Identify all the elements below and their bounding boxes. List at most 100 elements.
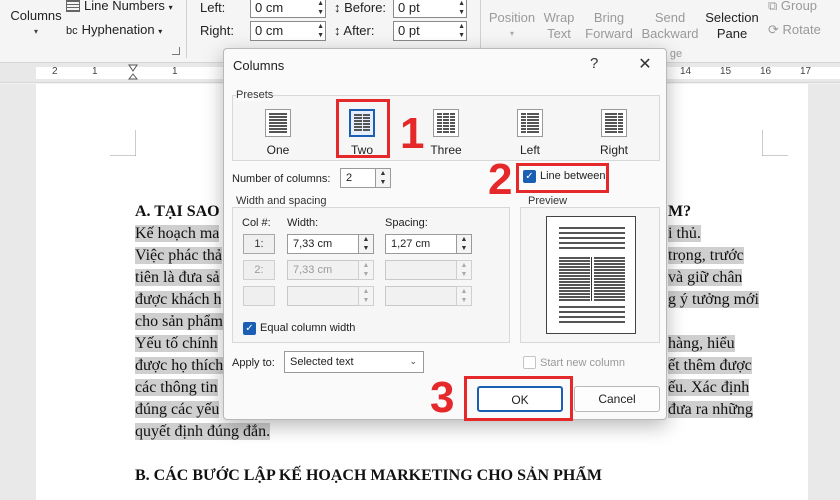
- doc-line: tiên là đưa sả: [135, 267, 220, 289]
- arrange-group-label: ge: [669, 48, 683, 60]
- spacing-header: Spacing:: [385, 217, 428, 229]
- ruler-number: 14: [680, 66, 692, 77]
- spacing-after-label: ↕ After:: [334, 23, 374, 38]
- doc-line-text: được khách h: [135, 291, 222, 308]
- send-backward-label: Send Backward: [641, 10, 699, 41]
- columns-button[interactable]: Columns ▾: [6, 8, 66, 36]
- doc-line-text: đúng các yếu: [135, 401, 220, 418]
- page-setup-launcher-icon[interactable]: [172, 47, 180, 55]
- doc-line: quyết định đúng đắn.: [135, 421, 271, 443]
- rotate-button[interactable]: ⟳ Rotate: [768, 22, 832, 38]
- indent-right-label: Right:: [200, 23, 234, 38]
- indent-left-value: 0 cm: [255, 0, 284, 15]
- chevron-down-icon: ▾: [168, 3, 173, 12]
- chevron-down-icon: ▾: [509, 29, 514, 38]
- columns-label: Columns: [10, 8, 62, 23]
- close-icon[interactable]: ✕: [634, 54, 656, 76]
- doc-fragment-text: g ý tưởng mới: [668, 291, 759, 308]
- ruler-number: 16: [760, 66, 772, 77]
- col2-width-field: 7,33 cm: [287, 260, 359, 280]
- wrap-text-label: Wrap Text: [543, 10, 575, 41]
- num-columns-spinner[interactable]: ▲ ▼: [375, 168, 391, 188]
- group-label: Group: [780, 0, 818, 13]
- doc-line-text: Kế hoạch ma: [135, 225, 220, 242]
- chevron-down-icon: ⌄: [409, 356, 417, 366]
- spacing-after-icon: ↕: [334, 23, 344, 38]
- selection-pane-button[interactable]: Selection Pane: [704, 10, 760, 42]
- preset-three[interactable]: Three: [419, 109, 473, 157]
- rotate-icon: ⟳: [768, 22, 783, 37]
- col-number-1: 1:: [243, 234, 275, 254]
- preset-left[interactable]: Left: [503, 109, 557, 157]
- indent-marker-icon[interactable]: [128, 64, 138, 81]
- doc-fragment-text: ết thêm được: [668, 357, 752, 374]
- col-number-header: Col #:: [242, 217, 271, 229]
- indent-left-label: Left:: [200, 0, 226, 15]
- preset-right-icon: [601, 109, 627, 137]
- group-icon: ⧉: [768, 0, 781, 13]
- col1-width-spinner[interactable]: ▲ ▼: [358, 234, 374, 254]
- preview-line: [559, 227, 625, 229]
- doc-line: Việc phác thả: [135, 245, 222, 267]
- send-backward-button[interactable]: Send Backward: [638, 10, 702, 42]
- doc-line-text: Việc phác thả: [135, 247, 222, 264]
- group-button[interactable]: ⧉ Group: [768, 0, 828, 14]
- spacing-before-icon: ↕: [334, 0, 345, 15]
- position-button[interactable]: Position ▾: [488, 10, 536, 42]
- preview-line: [559, 311, 625, 313]
- equal-width-label[interactable]: Equal column width: [260, 322, 355, 334]
- preset-one-label: One: [266, 143, 290, 157]
- doc-fragment-text: i thủ.: [668, 225, 701, 242]
- spinner-icon[interactable]: ▲ ▼: [458, 0, 465, 17]
- cancel-button[interactable]: Cancel: [574, 386, 660, 412]
- num-columns-field[interactable]: 2: [340, 168, 376, 188]
- wrap-text-button[interactable]: Wrap Text: [540, 10, 578, 42]
- col-number-2: 2:: [243, 260, 275, 280]
- ruler-number: 15: [720, 66, 732, 77]
- col1-width-field[interactable]: 7,33 cm: [287, 234, 359, 254]
- preset-one[interactable]: One: [251, 109, 305, 157]
- width-spacing-title: Width and spacing: [236, 195, 327, 207]
- line-numbers-button[interactable]: Line Numbers ▾: [66, 0, 173, 13]
- col-number-3: [243, 286, 275, 306]
- preset-three-label: Three: [430, 143, 462, 157]
- col1-spacing-field[interactable]: 1,27 cm: [385, 234, 457, 254]
- indent-right-value: 0 cm: [255, 23, 284, 38]
- doc-fragment: M?: [668, 203, 692, 220]
- doc-line-text: quyết định đúng đắn.: [135, 423, 271, 440]
- equal-width-checkbox[interactable]: ✓: [243, 322, 256, 335]
- col3-width-spinner: ▲ ▼: [358, 286, 374, 306]
- preset-three-icon: [433, 109, 459, 137]
- apply-to-value: Selected text: [290, 356, 354, 368]
- spinner-icon[interactable]: ▲ ▼: [317, 22, 324, 40]
- spinner-icon[interactable]: ▲ ▼: [458, 22, 465, 40]
- spacing-after-field[interactable]: 0 pt ▲ ▼: [393, 21, 467, 41]
- spacing-before-field[interactable]: 0 pt ▲ ▼: [393, 0, 467, 18]
- col1-spacing-spinner[interactable]: ▲ ▼: [456, 234, 472, 254]
- preview-column-2: [594, 257, 625, 301]
- doc-heading-b: B. CÁC BƯỚC LẬP KẾ HOẠCH MARKETING CHO S…: [135, 467, 602, 484]
- spinner-icon[interactable]: ▲ ▼: [317, 0, 324, 17]
- hyphenation-button[interactable]: bc Hyphenation ▾: [66, 22, 162, 37]
- highlight-box-ok: [464, 376, 573, 421]
- doc-fragment-text: ếu. Xác định: [668, 379, 750, 396]
- preset-right[interactable]: Right: [587, 109, 641, 157]
- indent-left-field[interactable]: 0 cm ▲ ▼: [250, 0, 326, 18]
- indent-right-field[interactable]: 0 cm ▲ ▼: [250, 21, 326, 41]
- doc-line: các thông tin: [135, 377, 218, 399]
- chevron-down-icon: ▾: [158, 27, 163, 36]
- apply-to-select[interactable]: Selected text ⌄: [284, 351, 424, 373]
- help-icon[interactable]: ?: [590, 55, 598, 72]
- highlight-box-line-between: [516, 163, 609, 193]
- doc-fragment-text: trọng, trước: [668, 247, 744, 264]
- spacing-before-label: ↕ Before:: [334, 0, 386, 15]
- bring-forward-button[interactable]: Bring Forward: [580, 10, 638, 42]
- doc-fragment: và giữ chân: [668, 267, 743, 289]
- doc-fragment-text: và giữ chân: [668, 269, 743, 286]
- doc-line: được khách h: [135, 289, 222, 311]
- preset-right-label: Right: [599, 143, 628, 157]
- rotate-label: Rotate: [782, 22, 821, 37]
- doc-line-text: các thông tin: [135, 379, 218, 396]
- doc-fragment: ếu. Xác định: [668, 377, 750, 399]
- line-numbers-icon: [66, 0, 80, 12]
